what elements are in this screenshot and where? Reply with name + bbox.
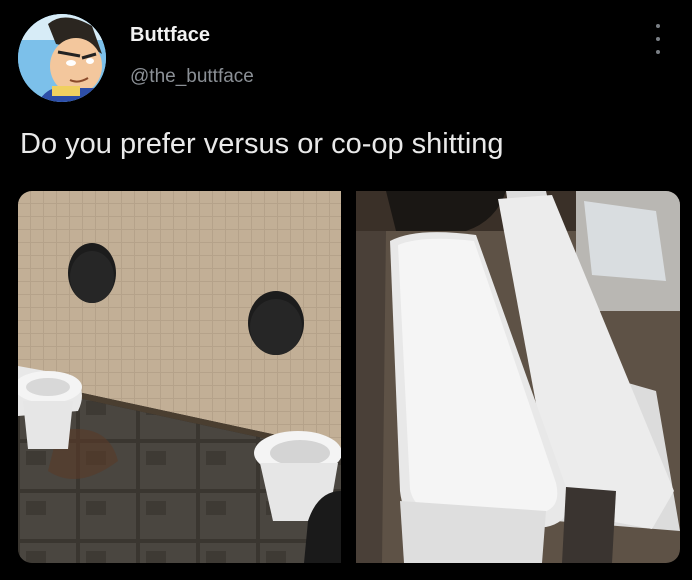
more-dot [656, 37, 660, 41]
avatar-image [18, 14, 106, 102]
avatar[interactable] [18, 14, 106, 102]
tweet-photo-left[interactable] [18, 191, 341, 563]
more-vertical-icon[interactable] [650, 24, 666, 54]
tweet-text: Do you prefer versus or co-op shitting [20, 128, 504, 160]
author-display-name[interactable]: Buttface [130, 24, 210, 47]
tweet-photo-right[interactable] [356, 191, 680, 563]
more-dot [656, 24, 660, 28]
more-dot [656, 50, 660, 54]
toilet-photo [356, 191, 680, 563]
restroom-photo [18, 191, 341, 563]
author-handle[interactable]: @the_buttface [130, 66, 254, 88]
